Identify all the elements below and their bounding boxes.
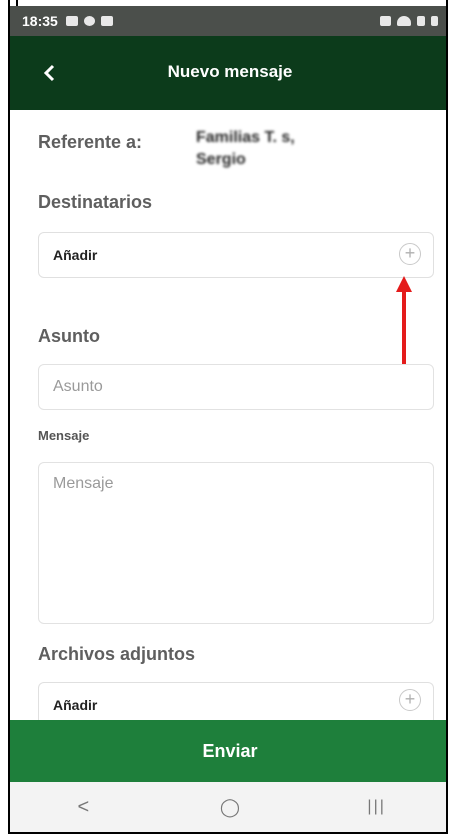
status-time: 18:35	[22, 13, 58, 29]
adjuntos-field[interactable]: Añadir +	[38, 682, 434, 722]
referente-label: Referente a:	[38, 132, 143, 152]
referente-value-line1: Familias T. s,	[196, 129, 295, 146]
adjuntos-add-label: Añadir	[53, 697, 98, 713]
wifi-icon	[397, 16, 411, 26]
signal-icon	[417, 16, 425, 26]
phone-screen: 18:35 Nuevo mensaje Referente a: Familia…	[8, 0, 448, 834]
alarm-icon	[380, 16, 391, 26]
page-title: Nuevo mensaje	[167, 62, 293, 81]
nav-recents-icon: |||	[367, 798, 386, 815]
asunto-label: Asunto	[38, 326, 100, 346]
mensaje-label: Mensaje	[38, 428, 90, 443]
mensaje-textarea[interactable]	[38, 462, 434, 624]
status-indicators	[380, 16, 438, 26]
nav-home-button[interactable]: ◯	[200, 787, 260, 827]
nav-home-icon: ◯	[219, 796, 241, 817]
adjuntos-label: Archivos adjuntos	[38, 644, 196, 664]
nav-back-button[interactable]: <	[53, 787, 113, 827]
app-bar: Nuevo mensaje	[10, 36, 446, 110]
referente-value-line2: Sergio	[196, 151, 246, 168]
destinatarios-field[interactable]: Añadir +	[38, 232, 434, 278]
send-button[interactable]: Enviar	[10, 720, 446, 782]
destinatarios-label: Destinatarios	[38, 192, 153, 212]
system-nav-bar: < ◯ |||	[10, 782, 446, 832]
destinatarios-add-label: Añadir	[53, 247, 98, 263]
gallery-icon	[65, 16, 78, 26]
nav-recents-button[interactable]: |||	[347, 787, 407, 827]
status-bar: 18:35	[10, 6, 446, 36]
screen-icon	[100, 16, 113, 26]
nav-back-icon: <	[77, 795, 90, 818]
shield-icon	[83, 16, 95, 26]
asunto-input[interactable]	[38, 364, 434, 410]
battery-icon	[431, 16, 438, 26]
add-attachment-plus-icon[interactable]: +	[399, 689, 421, 711]
add-recipient-plus-icon[interactable]: +	[399, 243, 421, 265]
